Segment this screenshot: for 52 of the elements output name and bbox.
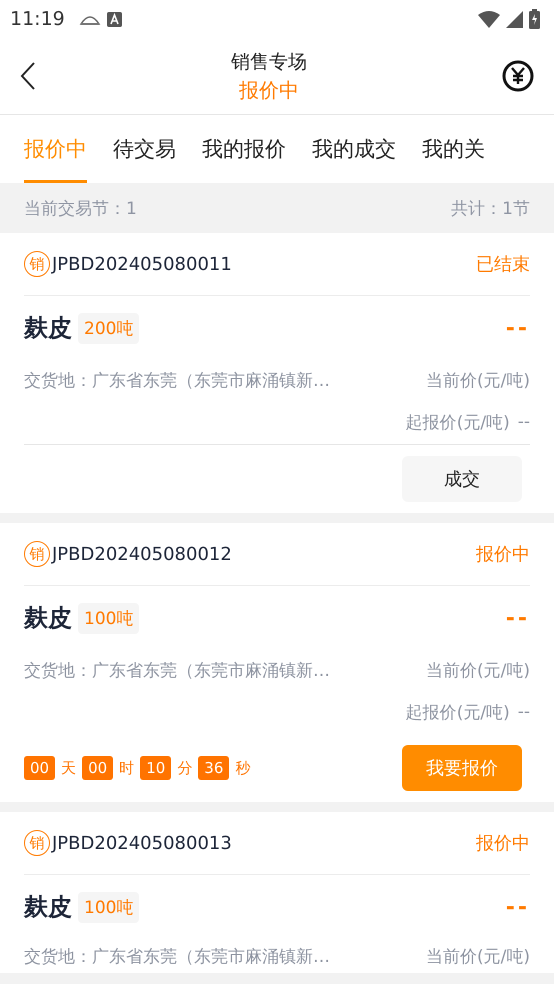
countdown-unit: 分 — [177, 758, 192, 778]
countdown-value: 36 — [198, 756, 230, 780]
tab[interactable]: 我的报价 — [202, 115, 286, 183]
order-status: 报价中 — [476, 832, 530, 855]
order-number: JPBD202405080013 — [52, 832, 233, 854]
order-status: 报价中 — [476, 543, 530, 566]
sale-badge: 销 — [24, 541, 50, 567]
quantity-tag: 200吨 — [78, 312, 140, 344]
status-time: 11:19 — [10, 8, 65, 30]
app-icon — [106, 12, 122, 26]
delivery-location: 交货地：广东省东莞（东莞市麻涌镇新… — [24, 370, 330, 392]
current-price-label: 当前价(元/吨) — [426, 370, 530, 392]
quantity-tag: 100吨 — [78, 892, 140, 922]
total-label: 共计：1节 — [451, 198, 530, 220]
back-icon[interactable] — [20, 62, 36, 90]
sale-badge: 销 — [24, 251, 50, 277]
wifi-icon — [478, 10, 500, 28]
current-price: -- — [506, 894, 530, 920]
order-number: JPBD202405080011 — [52, 254, 233, 274]
signal-icon — [506, 10, 523, 28]
tab[interactable]: 我的关 — [422, 115, 485, 183]
current-price: -- — [506, 606, 530, 630]
start-price: -- — [518, 702, 530, 722]
countdown-value: 10 — [140, 756, 172, 780]
current-price: -- — [506, 316, 530, 340]
start-price-label: 起报价(元/吨) — [406, 702, 510, 724]
product-name: 麸皮 — [24, 603, 72, 634]
current-price-label: 当前价(元/吨) — [426, 946, 530, 968]
countdown-value: 00 — [82, 756, 114, 780]
countdown-unit: 时 — [119, 758, 134, 778]
order-number: JPBD202405080012 — [52, 544, 233, 564]
countdown-value: 00 — [24, 756, 56, 780]
order-status: 已结束 — [476, 253, 530, 276]
deal-button[interactable]: 成交 — [402, 456, 522, 502]
delivery-location: 交货地：广东省东莞（东莞市麻涌镇新… — [24, 660, 330, 682]
tab[interactable]: 待交易 — [113, 115, 176, 183]
current-price-label: 当前价(元/吨) — [426, 660, 530, 682]
session-label: 当前交易节：1 — [24, 198, 137, 220]
yen-icon[interactable] — [502, 60, 534, 92]
sale-badge: 销 — [24, 830, 50, 856]
page-title: 销售专场 — [231, 50, 307, 74]
page-subtitle: 报价中 — [239, 76, 299, 104]
start-price: -- — [518, 412, 530, 432]
product-name: 麸皮 — [24, 313, 72, 344]
battery-icon — [529, 9, 540, 29]
delivery-location: 交货地：广东省东莞（东莞市麻涌镇新… — [24, 946, 330, 968]
start-price-label: 起报价(元/吨) — [406, 412, 510, 434]
countdown-unit: 天 — [61, 758, 76, 778]
tab[interactable]: 我的成交 — [312, 115, 396, 183]
countdown-unit: 秒 — [235, 758, 250, 778]
product-name: 麸皮 — [24, 892, 72, 923]
quantity-tag: 100吨 — [78, 602, 140, 634]
